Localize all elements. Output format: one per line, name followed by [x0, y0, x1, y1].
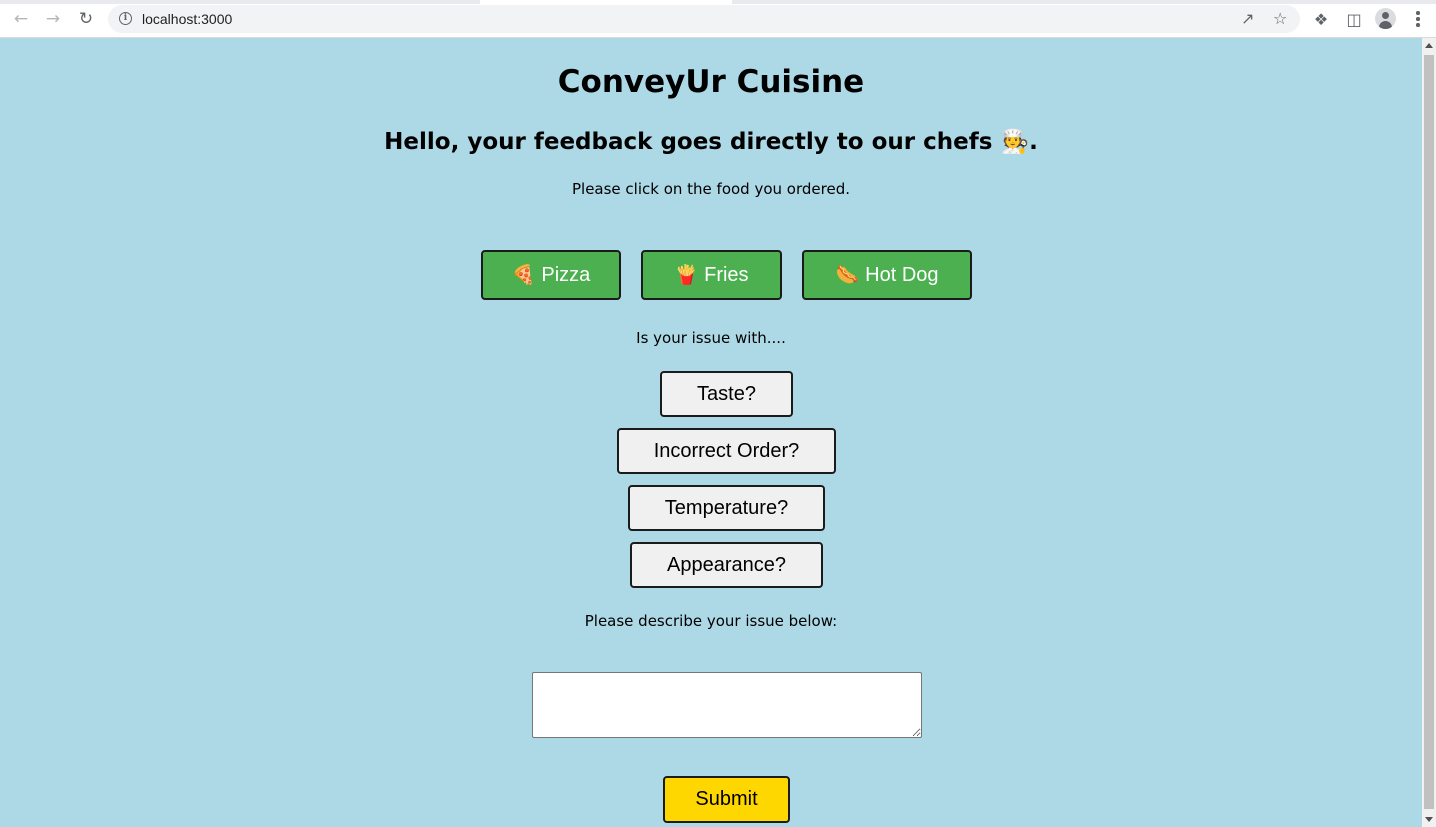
browser-menu-icon[interactable] — [1416, 11, 1420, 27]
issue-description-textarea[interactable] — [532, 672, 922, 738]
share-icon[interactable]: ↗ — [1241, 9, 1254, 28]
page-scrollbar[interactable] — [1422, 38, 1436, 827]
temperature-button[interactable]: Temperature? — [628, 485, 825, 531]
describe-prompt: Please describe your issue below: — [584, 612, 838, 630]
back-icon[interactable]: ← — [9, 8, 33, 30]
active-tab[interactable] — [480, 0, 732, 4]
forward-icon[interactable]: → — [41, 8, 65, 30]
scroll-down-icon[interactable] — [1425, 817, 1433, 822]
pizza-icon: 🍕 — [511, 264, 536, 286]
site-info-icon[interactable]: i — [119, 12, 132, 25]
address-bar[interactable]: i localhost:3000 ↗ ☆ — [108, 5, 1300, 33]
pizza-button[interactable]: 🍕 Pizza — [481, 250, 621, 300]
fries-button[interactable]: 🍟 Fries — [641, 250, 782, 300]
taste-button[interactable]: Taste? — [660, 371, 793, 417]
extensions-puzzle-icon[interactable]: ❖ — [1310, 8, 1332, 30]
side-panel-icon[interactable]: ◫ — [1343, 8, 1365, 30]
fries-label: Fries — [704, 263, 749, 286]
tab-strip — [0, 0, 1436, 4]
incorrect-order-button[interactable]: Incorrect Order? — [617, 428, 836, 474]
bookmark-star-icon[interactable]: ☆ — [1273, 9, 1287, 28]
url-text[interactable]: localhost:3000 — [142, 11, 232, 27]
appearance-button[interactable]: Appearance? — [630, 542, 823, 588]
hot-dog-button[interactable]: 🌭 Hot Dog — [802, 250, 972, 300]
food-prompt: Please click on the food you ordered. — [571, 180, 850, 198]
pizza-label: Pizza — [541, 263, 591, 286]
page-viewport: ConveyUr Cuisine Hello, your feedback go… — [0, 38, 1422, 827]
submit-button[interactable]: Submit — [663, 776, 790, 823]
scroll-up-icon[interactable] — [1425, 43, 1433, 48]
hot-dog-label: Hot Dog — [865, 263, 939, 286]
hot-dog-icon: 🌭 — [835, 264, 860, 286]
page-title: ConveyUr Cuisine — [557, 64, 865, 100]
issue-prompt: Is your issue with.... — [636, 329, 786, 347]
scrollbar-thumb[interactable] — [1424, 55, 1434, 809]
fries-icon: 🍟 — [674, 264, 699, 286]
greeting-heading: Hello, your feedback goes directly to ou… — [384, 129, 1038, 155]
browser-toolbar: ← → ↻ i localhost:3000 ↗ ☆ ❖ ◫ — [0, 0, 1436, 38]
profile-avatar-icon[interactable] — [1375, 8, 1396, 29]
reload-icon[interactable]: ↻ — [74, 8, 98, 30]
